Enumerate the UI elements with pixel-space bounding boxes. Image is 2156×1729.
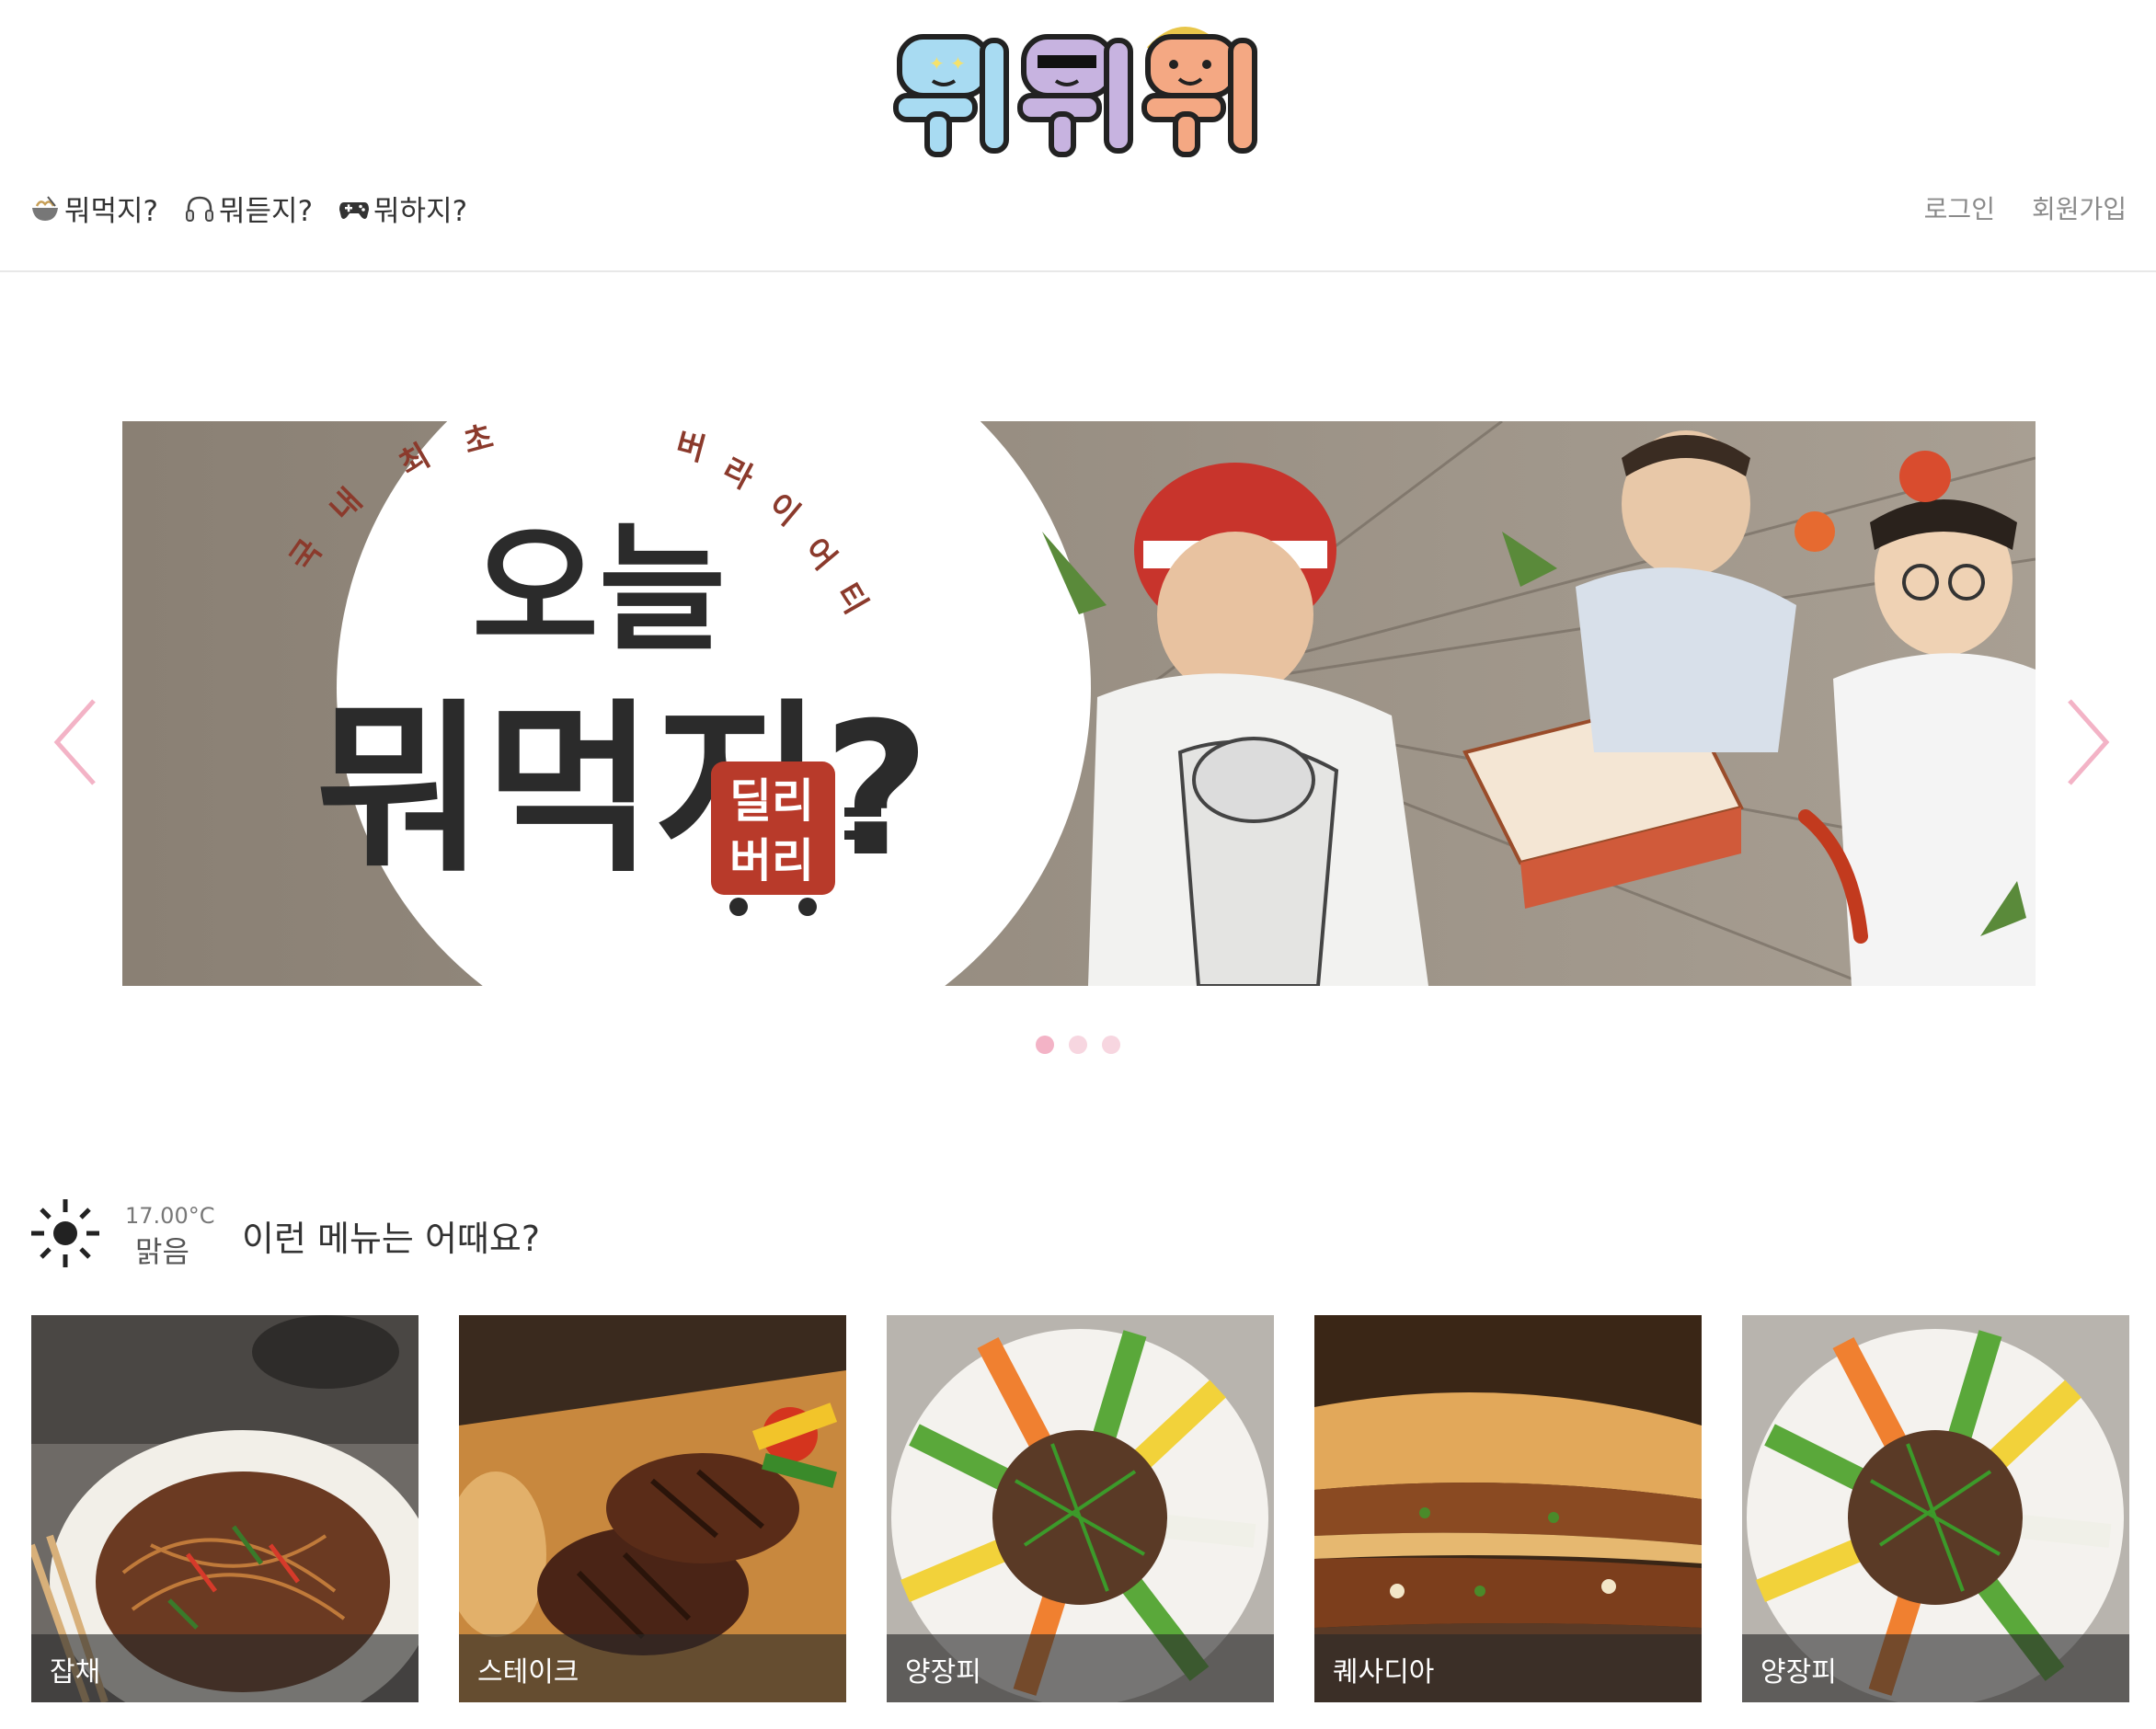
menu-card[interactable]: 스테이크: [459, 1315, 846, 1702]
banner-illustration: 국 내 최 초 버 라 이 어 티 오늘 뭐먹지? 딜리 버리: [122, 421, 2036, 986]
svg-text:딜리: 딜리: [729, 774, 814, 828]
nav-item-label: 뭐듣지?: [219, 195, 314, 228]
logo-char-2: [1017, 34, 1133, 157]
carousel-slide[interactable]: 국 내 최 초 버 라 이 어 티 오늘 뭐먹지? 딜리 버리: [122, 421, 2036, 986]
carousel-dots: [1036, 1036, 1120, 1054]
menu-card-label: 양장피: [1742, 1634, 2129, 1702]
weather-condition: 맑음: [135, 1234, 189, 1269]
gamepad-icon: [338, 193, 370, 224]
menu-card-label: 퀘사디아: [1314, 1634, 1702, 1702]
logo-char-1: ✦ ✦: [893, 34, 1009, 157]
auth-links: 로그인 회원가입: [1924, 189, 2127, 226]
nav-item-eat[interactable]: 뭐먹지?: [29, 188, 158, 229]
carousel-prev-button[interactable]: [48, 692, 112, 793]
nav-item-label: 뭐먹지?: [64, 195, 159, 228]
carousel-next-button[interactable]: [2051, 692, 2116, 793]
menu-card-label: 스테이크: [459, 1634, 846, 1702]
carousel-dot-1[interactable]: [1036, 1036, 1054, 1054]
chevron-left-icon: [53, 699, 96, 785]
main-nav: 뭐먹지? 뭐듣지? 뭐하지?: [29, 188, 467, 229]
menu-card[interactable]: 양장피: [1742, 1315, 2129, 1702]
login-link[interactable]: 로그인: [1924, 189, 1995, 226]
signup-link[interactable]: 회원가입: [2032, 189, 2127, 226]
logo-char-3: [1141, 27, 1257, 157]
menu-card-label: 양장피: [887, 1634, 1274, 1702]
menu-card-list: 잡채 스테이크 양장피 퀘사디아 양장피: [31, 1315, 2129, 1702]
weather-widget: 17.00°C 맑음: [29, 1196, 223, 1269]
nav-item-label: 뭐하지?: [373, 195, 468, 228]
carousel-dot-3[interactable]: [1102, 1036, 1120, 1054]
chevron-right-icon: [2068, 699, 2110, 785]
menu-card[interactable]: 퀘사디아: [1314, 1315, 1702, 1702]
weather-temperature: 17.00°C: [125, 1203, 215, 1229]
svg-text:버리: 버리: [729, 834, 814, 887]
noodle-bowl-icon: [29, 193, 61, 224]
headphones-icon: [184, 193, 215, 224]
menu-card-label: 잡채: [31, 1634, 419, 1702]
menu-card[interactable]: 잡채: [31, 1315, 419, 1702]
site-logo[interactable]: ✦ ✦: [890, 13, 1267, 160]
sun-icon: [29, 1197, 101, 1269]
banner-title-line2: 뭐먹지?: [315, 683, 930, 898]
site-header: ✦ ✦ 뭐먹지? 뭐듣지? 뭐하지? 로그인 회원가입: [0, 0, 2156, 272]
carousel-dot-2[interactable]: [1069, 1036, 1087, 1054]
banner-carousel: 국 내 최 초 버 라 이 어 티 오늘 뭐먹지? 딜리 버리: [0, 272, 2156, 1100]
recommend-title: 이런 메뉴는 어때요?: [242, 1219, 541, 1259]
banner-title-line1: 오늘: [472, 510, 726, 670]
svg-text:✦ ✦: ✦ ✦: [929, 52, 966, 74]
menu-card[interactable]: 양장피: [887, 1315, 1274, 1702]
nav-item-play[interactable]: 뭐하지?: [338, 188, 467, 229]
nav-item-listen[interactable]: 뭐듣지?: [184, 188, 313, 229]
